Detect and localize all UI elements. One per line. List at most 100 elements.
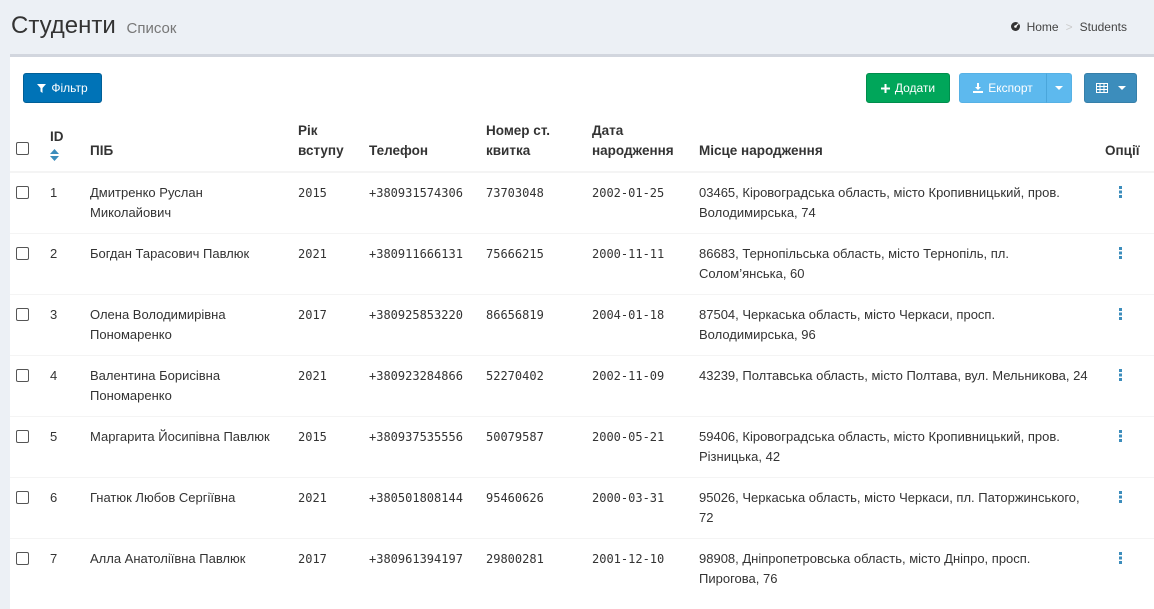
cell-birth-date: 2000-11-11	[586, 232, 693, 294]
cell-phone: +380911666131	[363, 232, 480, 294]
table-row[interactable]: 4 Валентина Борисівна Пономаренко 2021 +…	[10, 354, 1154, 416]
cell-year: 2021	[292, 476, 363, 538]
row-checkbox[interactable]	[16, 368, 29, 382]
select-all-checkbox[interactable]	[16, 142, 29, 155]
row-checkbox[interactable]	[16, 186, 29, 199]
cell-year: 2021	[292, 354, 363, 416]
cell-phone: +380925853220	[363, 293, 480, 355]
cell-year: 2015	[292, 171, 363, 233]
cell-birth-place: 95026, Черкаська область, місто Черкаси,…	[693, 476, 1099, 538]
column-header-id[interactable]: ID	[44, 113, 84, 173]
cell-ticket: 73703048	[480, 171, 586, 233]
column-header-name[interactable]: ПІБ	[84, 113, 292, 173]
column-header-options: Опції	[1099, 113, 1154, 173]
cell-phone: +380501808144	[363, 476, 480, 538]
cell-year: 2021	[292, 232, 363, 294]
cell-id: 3	[44, 293, 84, 355]
page-title: Студенти Список	[11, 12, 176, 40]
cell-birth-date: 2004-01-18	[586, 293, 693, 355]
options-menu-icon[interactable]	[1119, 368, 1122, 381]
export-dropdown-toggle[interactable]	[1046, 73, 1072, 103]
options-menu-icon[interactable]	[1119, 429, 1122, 442]
options-menu-icon[interactable]	[1119, 551, 1122, 564]
breadcrumb-home-link[interactable]: Home	[1027, 20, 1059, 34]
students-box: Фільтр Додати Експорт ID ПІБ Рік вступу …	[10, 54, 1154, 609]
column-header-ticket[interactable]: Номер ст. квитка	[480, 113, 586, 173]
cell-name: Гнатюк Любов Сергіївна	[84, 476, 292, 538]
table-row[interactable]: 2 Богдан Тарасович Павлюк 2021 +38091166…	[10, 232, 1154, 294]
cell-phone: +380937535556	[363, 415, 480, 477]
cell-phone: +380931574306	[363, 171, 480, 233]
table-header-row: ID ПІБ Рік вступу Телефон Номер ст. квит…	[10, 113, 1154, 173]
cell-id: 6	[44, 476, 84, 538]
breadcrumb-separator: >	[1065, 20, 1073, 34]
select-all-cell	[10, 113, 44, 173]
sort-icon[interactable]	[50, 149, 59, 161]
cell-ticket: 50079587	[480, 415, 586, 477]
toolbar: Фільтр Додати Експорт	[10, 57, 1154, 113]
row-checkbox[interactable]	[16, 551, 29, 565]
plus-icon	[880, 83, 890, 93]
cell-name: Маргарита Йосипівна Павлюк	[84, 415, 292, 477]
options-menu-icon[interactable]	[1119, 307, 1122, 320]
column-header-birth-place[interactable]: Місце народження	[693, 113, 1099, 173]
cell-name: Олена Володимирівна Пономаренко	[84, 293, 292, 355]
table-row[interactable]: 5 Маргарита Йосипівна Павлюк 2015 +38093…	[10, 415, 1154, 477]
columns-button[interactable]	[1084, 73, 1137, 103]
column-header-phone[interactable]: Телефон	[363, 113, 480, 173]
cell-birth-place: 43239, Полтавська область, місто Полтава…	[693, 354, 1099, 416]
breadcrumb: Home > Students	[1009, 20, 1127, 34]
breadcrumb-current: Students	[1079, 20, 1127, 34]
table-row[interactable]: 6 Гнатюк Любов Сергіївна 2021 +380501808…	[10, 476, 1154, 538]
cell-birth-place: 59406, Кіровоградська область, місто Кро…	[693, 415, 1099, 477]
cell-id: 7	[44, 537, 84, 599]
export-button-label: Експорт	[988, 81, 1033, 95]
options-menu-icon[interactable]	[1119, 186, 1122, 198]
students-table: ID ПІБ Рік вступу Телефон Номер ст. квит…	[10, 113, 1154, 599]
table-row[interactable]: 3 Олена Володимирівна Пономаренко 2017 +…	[10, 293, 1154, 355]
filter-button-label: Фільтр	[51, 81, 88, 95]
cell-birth-date: 2002-01-25	[586, 171, 693, 233]
cell-phone: +380923284866	[363, 354, 480, 416]
column-header-birth-date[interactable]: Дата народження	[586, 113, 693, 173]
options-menu-icon[interactable]	[1119, 490, 1122, 503]
cell-name: Дмитренко Руслан Миколайович	[84, 171, 292, 233]
cell-year: 2015	[292, 415, 363, 477]
cell-name: Богдан Тарасович Павлюк	[84, 232, 292, 294]
cell-birth-place: 03465, Кіровоградська область, місто Кро…	[693, 171, 1099, 233]
cell-birth-place: 87504, Черкаська область, місто Черкаси,…	[693, 293, 1099, 355]
content-header: Студенти Список Home > Students	[0, 0, 1154, 54]
cell-ticket: 75666215	[480, 232, 586, 294]
row-checkbox[interactable]	[16, 246, 29, 260]
cell-birth-date: 2000-03-31	[586, 476, 693, 538]
cell-id: 5	[44, 415, 84, 477]
cell-birth-date: 2000-05-21	[586, 415, 693, 477]
row-checkbox[interactable]	[16, 307, 29, 321]
cell-ticket: 86656819	[480, 293, 586, 355]
cell-name: Валентина Борисівна Пономаренко	[84, 354, 292, 416]
options-menu-icon[interactable]	[1119, 246, 1122, 259]
filter-button[interactable]: Фільтр	[23, 73, 102, 103]
chevron-down-icon	[1055, 86, 1063, 90]
cell-birth-date: 2001-12-10	[586, 537, 693, 599]
column-header-year[interactable]: Рік вступу	[292, 113, 363, 173]
export-button[interactable]: Експорт	[959, 73, 1047, 103]
table-row[interactable]: 7 Алла Анатоліївна Павлюк 2017 +38096139…	[10, 537, 1154, 599]
filter-icon	[37, 83, 47, 93]
cell-birth-place: 86683, Тернопільська область, місто Терн…	[693, 232, 1099, 294]
dashboard-icon	[1009, 20, 1022, 34]
add-button[interactable]: Додати	[866, 73, 950, 103]
page-title-text: Студенти	[11, 12, 116, 39]
row-checkbox[interactable]	[16, 429, 29, 443]
table-row[interactable]: 1 Дмитренко Руслан Миколайович 2015 +380…	[10, 171, 1154, 233]
add-button-label: Додати	[894, 81, 936, 95]
row-checkbox[interactable]	[16, 490, 29, 504]
cell-name: Алла Анатоліївна Павлюк	[84, 537, 292, 599]
page-subtitle: Список	[126, 20, 177, 37]
chevron-down-icon	[1117, 86, 1126, 90]
cell-id: 1	[44, 171, 84, 233]
cell-id: 4	[44, 354, 84, 416]
cell-phone: +380961394197	[363, 537, 480, 599]
download-icon	[973, 83, 984, 93]
cell-ticket: 29800281	[480, 537, 586, 599]
